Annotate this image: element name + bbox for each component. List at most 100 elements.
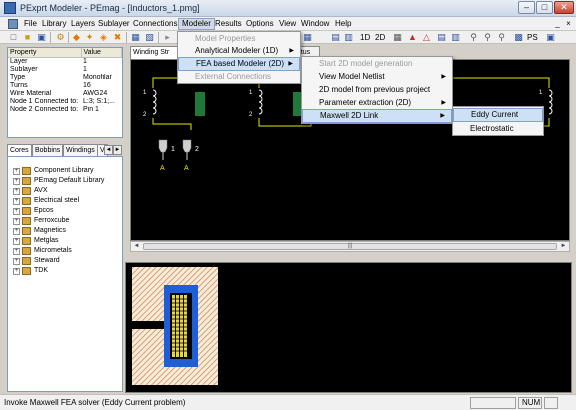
expand-icon[interactable]: + <box>13 208 20 215</box>
property-row[interactable]: Wire Material AWG24 <box>8 90 122 98</box>
menu-window[interactable]: Window <box>298 18 332 30</box>
model-icon[interactable]: ▦ <box>130 32 141 43</box>
menu-library[interactable]: Library <box>39 18 69 30</box>
horizontal-scrollbar[interactable]: ◄ ||| ► <box>130 241 570 252</box>
property-column-header[interactable]: Property <box>8 48 82 58</box>
tree-item-epcos[interactable]: + Epcos <box>8 206 122 216</box>
open-icon[interactable]: ■ <box>22 32 33 43</box>
winding-icon[interactable]: ◈ <box>98 32 109 43</box>
tree-item-pemag-default-library[interactable]: + PEmag Default Library <box>8 176 122 186</box>
export-icon[interactable]: ▦ <box>392 32 403 43</box>
property-row[interactable]: Node 1 Connected to: L:3; S:1;... <box>8 98 122 106</box>
tree-item-ferroxcube[interactable]: + Ferroxcube <box>8 216 122 226</box>
expand-icon[interactable]: + <box>13 198 20 205</box>
expand-icon[interactable]: + <box>13 248 20 255</box>
arrow-icon[interactable]: ▸ <box>162 32 173 43</box>
window-icon[interactable]: ▩ <box>513 32 524 43</box>
menu-item-eddy-current[interactable]: Eddy Current <box>453 108 543 122</box>
expand-icon[interactable]: + <box>13 238 20 245</box>
menu-layers[interactable]: Layers <box>68 18 98 30</box>
expand-icon[interactable]: + <box>13 218 20 225</box>
property-row[interactable]: Sublayer 1 <box>8 66 122 74</box>
tab-scroll-left-button[interactable]: ◄ <box>104 145 113 155</box>
bobbin-icon[interactable]: ✦ <box>84 32 95 43</box>
scroll-thumb[interactable]: ||| <box>143 243 557 250</box>
expand-icon[interactable]: + <box>13 268 20 275</box>
menu-item-maxwell-2d-link[interactable]: Maxwell 2D Link ▶ <box>302 109 452 123</box>
grid-icon[interactable]: ▦ <box>302 32 313 43</box>
coil-2[interactable]: 1 2 <box>249 89 263 118</box>
menu-sublayer[interactable]: Sublayer <box>95 18 133 30</box>
tab-windings[interactable]: Windings <box>63 144 98 156</box>
tree-item-electrical-steel[interactable]: + Electrical steel <box>8 196 122 206</box>
menu-item-electrostatic[interactable]: Electrostatic <box>453 122 543 136</box>
coil-1[interactable]: 1 2 <box>143 89 157 118</box>
tree-item-avx[interactable]: + AVX <box>8 186 122 196</box>
plot-icon[interactable]: ▤ <box>436 32 447 43</box>
expand-icon[interactable]: + <box>13 168 20 175</box>
mdi-minimize-button[interactable]: _ <box>553 19 562 28</box>
layer-icon[interactable]: ✖ <box>112 32 123 43</box>
tab-cores[interactable]: Cores <box>7 144 32 156</box>
pin-2[interactable]: 2 A <box>182 139 199 172</box>
mdi-close-button[interactable]: × <box>564 19 573 28</box>
zoom-fit-icon[interactable]: ⚲ <box>496 32 507 43</box>
chart-icon[interactable]: ▤ <box>330 32 341 43</box>
minimize-button[interactable]: – <box>518 1 535 14</box>
menu-modeler[interactable]: Modeler <box>178 18 215 30</box>
maximize-button[interactable]: □ <box>536 1 553 14</box>
menu-view[interactable]: View <box>276 18 299 30</box>
property-row[interactable]: Turns 16 <box>8 82 122 90</box>
tab-winding-structure[interactable]: Winding Str <box>130 46 182 59</box>
tree-item-steward[interactable]: + Steward <box>8 256 122 266</box>
zoom-in-icon[interactable]: ⚲ <box>468 32 479 43</box>
expand-icon[interactable]: + <box>13 258 20 265</box>
table-icon[interactable]: ▥ <box>343 32 354 43</box>
property-row[interactable]: Type Monofilar <box>8 74 122 82</box>
pin-1[interactable]: 1 A <box>158 139 175 172</box>
tab-scroll-right-button[interactable]: ► <box>113 145 122 155</box>
property-row[interactable]: Node 2 Connected to: Pin 1 <box>8 106 122 114</box>
menu-help[interactable]: Help <box>332 18 354 30</box>
value-column-header[interactable]: Value <box>81 48 122 58</box>
pane-splitter[interactable] <box>125 253 576 261</box>
fea-2d-button[interactable]: 2D <box>375 32 385 43</box>
netlist-icon[interactable]: ▧ <box>144 32 155 43</box>
report-icon[interactable]: ▥ <box>450 32 461 43</box>
expand-icon[interactable]: + <box>13 178 20 185</box>
property-row[interactable]: Layer 1 <box>8 57 122 66</box>
menu-item-external-connections[interactable]: External Connections <box>178 70 300 84</box>
menu-item-fea-modeler[interactable]: FEA based Modeler (2D) ▶ <box>178 57 300 71</box>
menu-results[interactable]: Results <box>212 18 245 30</box>
expand-icon[interactable]: + <box>13 228 20 235</box>
core-icon[interactable]: ◆ <box>71 32 82 43</box>
menu-file[interactable]: File <box>21 18 40 30</box>
menu-item-parameter-extraction[interactable]: Parameter extraction (2D) ▶ <box>302 96 452 110</box>
tab-bobbins[interactable]: Bobbins <box>32 144 64 156</box>
flux-icon[interactable]: ▲ <box>407 32 418 43</box>
save-icon[interactable]: ▣ <box>36 32 47 43</box>
help-icon[interactable]: ▣ <box>545 32 556 43</box>
analytical-1d-button[interactable]: 1D <box>360 32 370 43</box>
new-icon[interactable]: □ <box>8 32 19 43</box>
menu-options[interactable]: Options <box>243 18 277 30</box>
flux-density-icon[interactable]: △ <box>421 32 432 43</box>
ps-button[interactable]: PS <box>527 32 538 43</box>
tree-item-magnetics[interactable]: + Magnetics <box>8 226 122 236</box>
scroll-left-button[interactable]: ◄ <box>131 242 142 251</box>
menu-item-analytical-modeler[interactable]: Analytical Modeler (1D) ▶ <box>178 44 300 58</box>
scroll-right-button[interactable]: ► <box>558 242 569 251</box>
menu-item-2d-from-previous[interactable]: 2D model from previous project <box>302 83 452 97</box>
fea-cross-section-view[interactable] <box>125 262 572 393</box>
tree-item-micrometals[interactable]: + Micrometals <box>8 246 122 256</box>
key-icon[interactable]: ⚙ <box>55 32 66 43</box>
zoom-out-icon[interactable]: ⚲ <box>482 32 493 43</box>
tree-item-tdk[interactable]: + TDK <box>8 266 122 276</box>
expand-icon[interactable]: + <box>13 188 20 195</box>
menu-item-start-2d-generation[interactable]: Start 2D model generation <box>302 57 452 71</box>
tree-item-metglas[interactable]: + Metglas <box>8 236 122 246</box>
tree-item-component-library[interactable]: + Component Library <box>8 166 122 176</box>
document-icon[interactable] <box>8 19 18 29</box>
menu-item-view-model-netlist[interactable]: View Model Netlist ▶ <box>302 70 452 84</box>
close-button[interactable]: ✕ <box>554 1 574 14</box>
